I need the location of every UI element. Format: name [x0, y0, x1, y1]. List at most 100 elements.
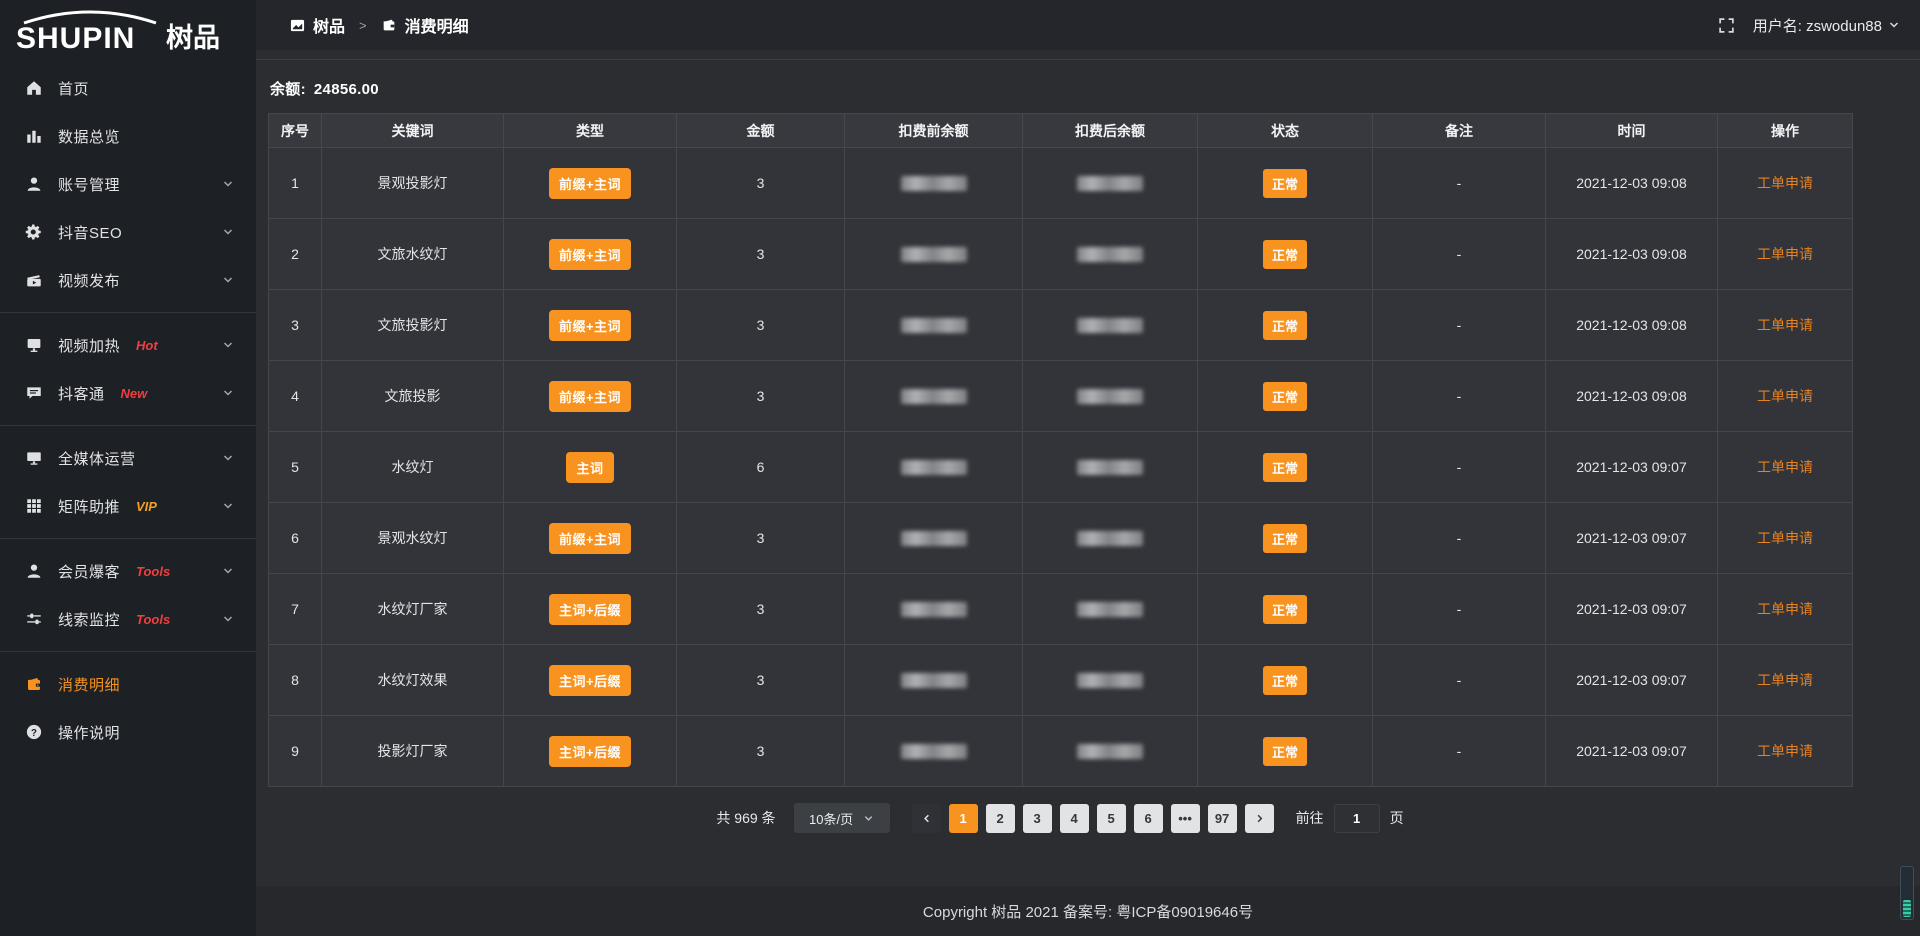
- column-header: 序号: [269, 114, 322, 148]
- page-button-4[interactable]: 4: [1060, 804, 1089, 833]
- sidebar-item-douyin-seo[interactable]: 抖音SEO: [0, 208, 256, 256]
- page-button-6[interactable]: 6: [1134, 804, 1163, 833]
- breadcrumb-current: 消费明细: [405, 13, 469, 37]
- sidebar-item-matrix-boost[interactable]: 矩阵助推 VIP: [0, 482, 256, 530]
- page-button-5[interactable]: 5: [1097, 804, 1126, 833]
- cell-remark: -: [1373, 219, 1546, 290]
- masked-balance-after: [1077, 460, 1143, 475]
- page-button-2[interactable]: 2: [986, 804, 1015, 833]
- work-order-link[interactable]: 工单申请: [1757, 317, 1813, 333]
- work-order-link[interactable]: 工单申请: [1757, 743, 1813, 759]
- work-order-link[interactable]: 工单申请: [1757, 459, 1813, 475]
- app-logo: SHUPIN 树品: [0, 0, 256, 58]
- tools-badge: Tools: [136, 612, 170, 627]
- masked-balance-before: [901, 531, 967, 546]
- cell-index: 8: [269, 645, 322, 716]
- fullscreen-icon[interactable]: [1718, 17, 1735, 34]
- work-order-link[interactable]: 工单申请: [1757, 388, 1813, 404]
- sidebar-item-lead-monitor[interactable]: 线索监控 Tools: [0, 595, 256, 643]
- table-row: 6 景观水纹灯 前缀+主词 3 正常 - 2021-12-03 09:07 工单…: [269, 503, 1853, 574]
- column-header: 扣费后余额: [1023, 114, 1198, 148]
- status-badge: 正常: [1263, 382, 1307, 411]
- sidebar-divider: [0, 538, 256, 539]
- goto-page: 前往 1 页: [1296, 804, 1404, 833]
- sidebar-item-member-blast[interactable]: 会员爆客 Tools: [0, 547, 256, 595]
- page-size-select[interactable]: 10条/页: [794, 803, 890, 833]
- work-order-link[interactable]: 工单申请: [1757, 672, 1813, 688]
- chevron-down-icon: [1888, 19, 1900, 31]
- chevron-down-icon: [222, 339, 234, 351]
- sidebar-item-consumption-detail[interactable]: 消费明细: [0, 660, 256, 708]
- floating-widget[interactable]: [1900, 866, 1914, 920]
- cell-remark: -: [1373, 574, 1546, 645]
- status-badge: 正常: [1263, 240, 1307, 269]
- sidebar-item-account[interactable]: 账号管理: [0, 160, 256, 208]
- status-badge: 正常: [1263, 169, 1307, 198]
- breadcrumb-root[interactable]: 树品: [313, 13, 345, 37]
- page-ellipsis-button[interactable]: •••: [1171, 804, 1200, 833]
- cell-index: 1: [269, 148, 322, 219]
- page-button-97[interactable]: 97: [1208, 804, 1237, 833]
- cell-time: 2021-12-03 09:08: [1546, 148, 1718, 219]
- wallet-icon: [381, 17, 397, 33]
- page-button-3[interactable]: 3: [1023, 804, 1052, 833]
- masked-balance-after: [1077, 389, 1143, 404]
- cell-index: 2: [269, 219, 322, 290]
- masked-balance-before: [901, 389, 967, 404]
- table-header-row: 序号 关键词 类型 金额 扣费前余额 扣费后余额 状态 备注 时间 操作: [269, 114, 1853, 148]
- svg-text:SHUPIN: SHUPIN: [16, 22, 135, 55]
- chevron-down-icon: [222, 500, 234, 512]
- pagination-total: 共 969 条: [716, 808, 775, 828]
- board-icon: [290, 18, 305, 33]
- column-header: 状态: [1198, 114, 1373, 148]
- balance-label: 余额:: [270, 81, 306, 98]
- table-row: 3 文旅投影灯 前缀+主词 3 正常 - 2021-12-03 09:08 工单…: [269, 290, 1853, 361]
- table-row: 4 文旅投影 前缀+主词 3 正常 - 2021-12-03 09:08 工单申…: [269, 361, 1853, 432]
- sidebar-item-douketong[interactable]: 抖客通 New: [0, 369, 256, 417]
- work-order-link[interactable]: 工单申请: [1757, 246, 1813, 262]
- cell-remark: -: [1373, 361, 1546, 432]
- masked-balance-after: [1077, 673, 1143, 688]
- sidebar-divider: [0, 651, 256, 652]
- sidebar-item-data-overview[interactable]: 数据总览: [0, 112, 256, 160]
- cell-time: 2021-12-03 09:08: [1546, 361, 1718, 432]
- sidebar-item-instructions[interactable]: ? 操作说明: [0, 708, 256, 756]
- sidebar-item-video-publish[interactable]: 视频发布: [0, 256, 256, 304]
- new-badge: New: [121, 386, 148, 401]
- vip-badge: VIP: [136, 499, 157, 514]
- table-row: 8 水纹灯效果 主词+后缀 3 正常 - 2021-12-03 09:07 工单…: [269, 645, 1853, 716]
- column-header: 时间: [1546, 114, 1718, 148]
- gear-icon: [24, 222, 44, 242]
- sidebar-item-home[interactable]: 首页: [0, 64, 256, 112]
- cell-amount: 3: [677, 716, 845, 787]
- page-button-1[interactable]: 1: [949, 804, 978, 833]
- masked-balance-after: [1077, 318, 1143, 333]
- screen-icon: [24, 335, 44, 355]
- masked-balance-before: [901, 673, 967, 688]
- cell-time: 2021-12-03 09:08: [1546, 219, 1718, 290]
- cell-time: 2021-12-03 09:07: [1546, 574, 1718, 645]
- column-header: 扣费前余额: [845, 114, 1023, 148]
- goto-page-input[interactable]: 1: [1334, 804, 1380, 833]
- user-menu[interactable]: 用户名: zswodun88: [1753, 15, 1900, 36]
- next-page-button[interactable]: [1245, 804, 1274, 833]
- masked-balance-after: [1077, 247, 1143, 262]
- chevron-down-icon: [222, 613, 234, 625]
- cell-amount: 3: [677, 219, 845, 290]
- svg-text:树品: 树品: [166, 23, 220, 53]
- sidebar-item-media-operation[interactable]: 全媒体运营: [0, 434, 256, 482]
- cell-amount: 3: [677, 361, 845, 432]
- sidebar-nav: 首页 数据总览 账号管理 抖音SEO: [0, 58, 256, 756]
- status-badge: 正常: [1263, 311, 1307, 340]
- prev-page-button[interactable]: [912, 804, 941, 833]
- work-order-link[interactable]: 工单申请: [1757, 530, 1813, 546]
- sidebar-item-video-heat[interactable]: 视频加热 Hot: [0, 321, 256, 369]
- masked-balance-before: [901, 176, 967, 191]
- work-order-link[interactable]: 工单申请: [1757, 601, 1813, 617]
- cell-index: 5: [269, 432, 322, 503]
- work-order-link[interactable]: 工单申请: [1757, 175, 1813, 191]
- column-header: 金额: [677, 114, 845, 148]
- cell-remark: -: [1373, 290, 1546, 361]
- sidebar: SHUPIN 树品 首页 数据总览 账号管理: [0, 0, 256, 936]
- cell-keyword: 文旅投影灯: [322, 290, 504, 361]
